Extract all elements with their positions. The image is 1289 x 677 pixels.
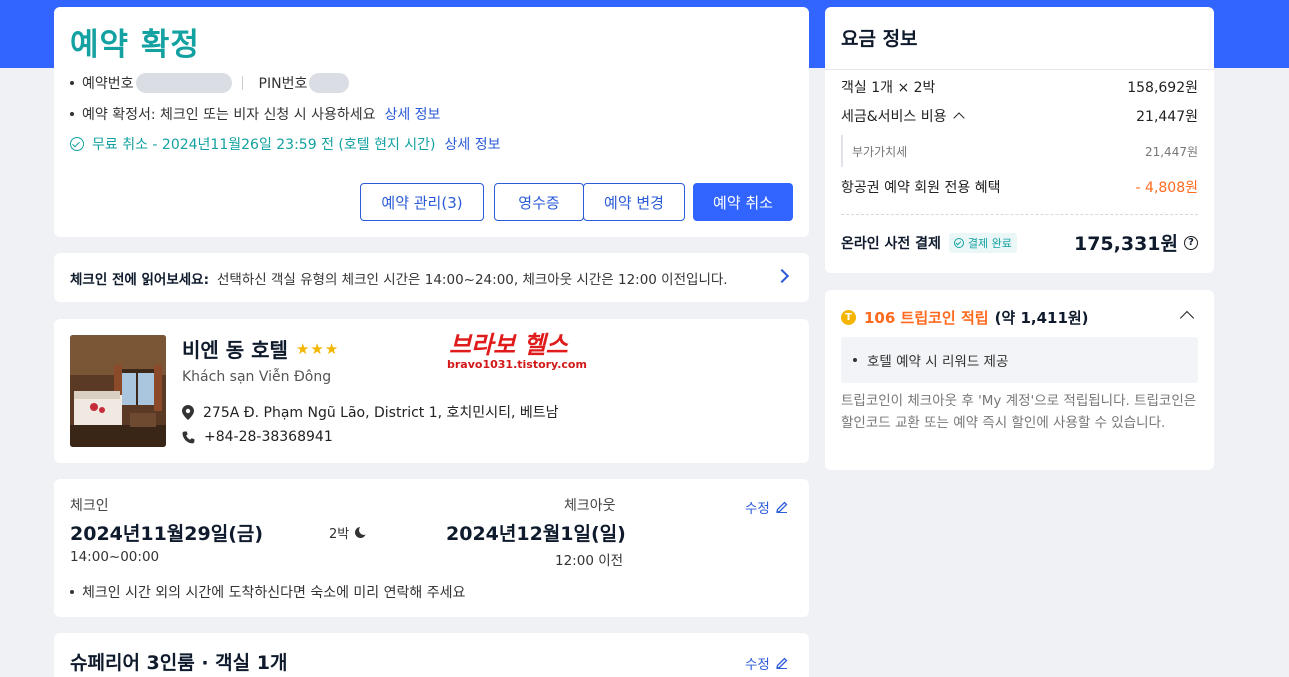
hotel-room-photo[interactable] [70, 335, 166, 447]
coin-icon: T [841, 310, 856, 325]
edit-room-link[interactable]: 수정 [745, 653, 788, 673]
bullet [70, 590, 74, 594]
coin-description: 트립코인이 체크아웃 후 'My 계정'으로 적립됩니다. 트립코인은 할인코드… [841, 393, 1197, 431]
payment-status-badge: 결제 완료 [948, 233, 1017, 253]
pencil-icon [776, 657, 788, 669]
manage-booking-button[interactable]: 예약 관리(3) [360, 183, 484, 221]
free-cancel-text: 무료 취소 - 2024년11월26일 23:59 전 (호텔 현지 시간) [92, 137, 436, 153]
stay-dates-card: 체크인 2024년11월29일(금) 14:00~00:00 2박 체크아웃 2… [54, 479, 809, 617]
chevron-up-icon [952, 112, 965, 124]
hotel-address-row: 275A Đ. Phạm Ngũ Lão, District 1, 호치민시티,… [182, 402, 559, 422]
trip-coin-card: T 106 트립코인 적립 (약 1,411원) 호텔 예약 시 리워드 제공 … [825, 290, 1214, 470]
hotel-phone[interactable]: +84-28-38368941 [204, 429, 333, 445]
price-row-label: 부가가치세 [852, 144, 908, 159]
coin-reward-item: 호텔 예약 시 리워드 제공 [867, 354, 1009, 370]
room-card: 슈페리어 3인룸 · 객실 1개 수정 [54, 633, 809, 677]
price-row-label: 객실 1개 × 2박 [841, 80, 936, 96]
checkin-notice-card[interactable]: 체크인 전에 읽어보세요: 선택하신 객실 유형의 체크인 시간은 14:00~… [54, 253, 809, 302]
nights-label: 2박 [329, 527, 350, 542]
edit-label: 수정 [745, 657, 770, 673]
checkin-time: 14:00~00:00 [70, 549, 160, 565]
pencil-icon [776, 501, 788, 513]
notice-label: 체크인 전에 읽어보세요: [70, 271, 209, 288]
pin-blurred [309, 73, 350, 93]
total-amount-row: 175,331원 ? [1074, 229, 1198, 256]
phone-icon [182, 431, 195, 443]
chevron-up-icon[interactable] [1179, 310, 1195, 326]
check-circle-icon [70, 137, 84, 151]
free-cancel-details-link[interactable]: 상세 정보 [445, 134, 501, 154]
checkout-label: 체크아웃 [564, 498, 616, 514]
hotel-info-card: 비엔 동 호텔 ★★★ Khách sạn Viễn Đông 275A Đ. … [54, 319, 809, 463]
paid-badge-text: 결제 완료 [967, 237, 1012, 250]
price-row-value: 21,447원 [1136, 109, 1198, 125]
price-row-vat: 부가가치세 21,447원 [841, 135, 1198, 167]
booking-number-label: 예약번호 [82, 76, 134, 92]
watermark-title: 브라보 헬스 [449, 330, 568, 359]
coin-reward-box: 호텔 예약 시 리워드 제공 [841, 337, 1198, 383]
star-rating-icon: ★★★ [295, 339, 340, 358]
coin-approx-value: (약 1,411원) [994, 309, 1089, 327]
confirmation-text: 예약 확정서: 체크인 또는 비자 신청 시 사용하세요 [82, 107, 376, 123]
edit-label: 수정 [745, 501, 770, 517]
blog-watermark: 브라보 헬스 bravo1031.tistory.com [447, 330, 587, 372]
arrival-note: 체크인 시간 외의 시간에 도착하신다면 숙소에 미리 연락해 주세요 [82, 585, 466, 601]
price-row-value: 158,692원 [1127, 80, 1198, 96]
free-cancel-row: 무료 취소 - 2024년11월26일 23:59 전 (호텔 현지 시간) 상… [70, 134, 500, 154]
tax-toggle[interactable]: 세금&서비스 비용 [841, 106, 965, 126]
change-booking-button[interactable]: 예약 변경 [583, 183, 685, 221]
hotel-name-row: 비엔 동 호텔 ★★★ [182, 334, 339, 363]
moon-icon [355, 525, 370, 538]
cancel-booking-button[interactable]: 예약 취소 [693, 183, 793, 221]
checkin-label: 체크인 [70, 498, 109, 514]
price-row-label: 항공권 예약 회원 전용 혜택 [841, 180, 1001, 196]
price-row-room: 객실 1개 × 2박 158,692원 [841, 77, 1198, 97]
bullet [853, 358, 857, 362]
hotel-name[interactable]: 비엔 동 호텔 [182, 334, 288, 363]
discount-value: - 4,808원 [1135, 180, 1198, 196]
hotel-phone-row: +84-28-38368941 [182, 429, 333, 445]
chevron-right-icon[interactable] [774, 268, 790, 284]
bullet [70, 112, 74, 116]
edit-dates-link[interactable]: 수정 [745, 497, 788, 517]
price-row-tax[interactable]: 세금&서비스 비용 21,447원 [841, 106, 1198, 126]
checkout-time: 12:00 이전 [555, 553, 624, 569]
divider [825, 69, 1214, 70]
total-amount: 175,331원 [1073, 233, 1178, 255]
booking-status-card: 예약 확정 예약번호 PIN번호 예약 확정서: 체크인 또는 비자 신청 시 … [54, 7, 809, 237]
booking-ids-row: 예약번호 PIN번호 [70, 73, 350, 93]
check-circle-icon [953, 238, 964, 248]
total-label-row: 온라인 사전 결제 결제 완료 [841, 233, 1017, 253]
nights-count: 2박 [329, 523, 370, 542]
pin-label: PIN번호 [258, 76, 308, 92]
location-pin-icon [182, 404, 194, 420]
hotel-local-name: Khách sạn Viễn Đông [182, 369, 332, 385]
total-label: 온라인 사전 결제 [841, 236, 941, 252]
notice-text: 선택하신 객실 유형의 체크인 시간은 14:00~24:00, 체크아웃 시간… [217, 271, 728, 288]
page-title: 예약 확정 [70, 27, 200, 63]
price-row-value: 21,447원 [1144, 144, 1198, 159]
receipt-button[interactable]: 영수증 [494, 183, 584, 221]
help-icon[interactable]: ? [1184, 235, 1198, 250]
checkin-date: 2024년11월29일(금) [70, 523, 264, 545]
price-title: 요금 정보 [841, 28, 918, 50]
price-row-discount: 항공권 예약 회원 전용 혜택 - 4,808원 [841, 177, 1198, 197]
arrival-note-row: 체크인 시간 외의 시간에 도착하신다면 숙소에 미리 연락해 주세요 [70, 582, 465, 602]
watermark-url: bravo1031.tistory.com [447, 358, 587, 371]
coin-header[interactable]: T 106 트립코인 적립 (약 1,411원) [841, 307, 1089, 328]
price-info-card: 요금 정보 객실 1개 × 2박 158,692원 세금&서비스 비용 21,4… [825, 7, 1214, 273]
hotel-address[interactable]: 275A Đ. Phạm Ngũ Lão, District 1, 호치민시티,… [203, 402, 559, 422]
confirmation-details-link[interactable]: 상세 정보 [384, 104, 440, 124]
checkout-date: 2024년12월1일(일) [446, 523, 626, 545]
bullet [70, 81, 74, 85]
room-title: 슈페리어 3인룸 · 객실 1개 [70, 652, 288, 674]
coin-amount: 106 트립코인 적립 [864, 309, 989, 327]
divider [241, 76, 243, 90]
divider [841, 214, 1198, 215]
price-row-label: 세금&서비스 비용 [841, 109, 947, 125]
confirmation-row: 예약 확정서: 체크인 또는 비자 신청 시 사용하세요 상세 정보 [70, 104, 440, 124]
booking-number-blurred [135, 73, 232, 93]
